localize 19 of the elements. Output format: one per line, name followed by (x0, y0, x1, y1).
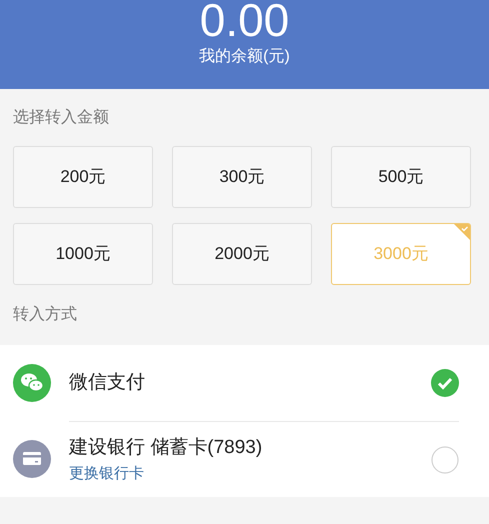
chat-bubbles-icon (13, 364, 51, 402)
amount-option[interactable]: 1000元 (13, 223, 153, 285)
amount-option[interactable]: 2000元 (172, 223, 312, 285)
amount-option[interactable]: 200元 (13, 146, 153, 208)
radio-icon[interactable] (431, 446, 459, 474)
method-name: 微信支付 (69, 370, 146, 395)
card-icon (13, 440, 51, 478)
amount-option[interactable]: 500元 (331, 146, 471, 208)
section-title: 转入方式 (13, 304, 77, 325)
balance-amount: 0.00 (200, 0, 290, 43)
payment-method-row[interactable]: 微信支付 (0, 345, 489, 421)
balance-label: 我的余额(元) (199, 46, 290, 67)
check-icon[interactable] (431, 369, 459, 397)
check-corner-icon (454, 224, 470, 240)
amount-option[interactable]: 300元 (172, 146, 312, 208)
change-card-link[interactable]: 更换银行卡 (69, 462, 431, 485)
section-title: 选择转入金额 (13, 108, 109, 128)
payment-method-row[interactable]: 建设银行 储蓄卡(7893) 更换银行卡 (0, 421, 489, 497)
method-name: 建设银行 储蓄卡(7893) (69, 436, 264, 460)
